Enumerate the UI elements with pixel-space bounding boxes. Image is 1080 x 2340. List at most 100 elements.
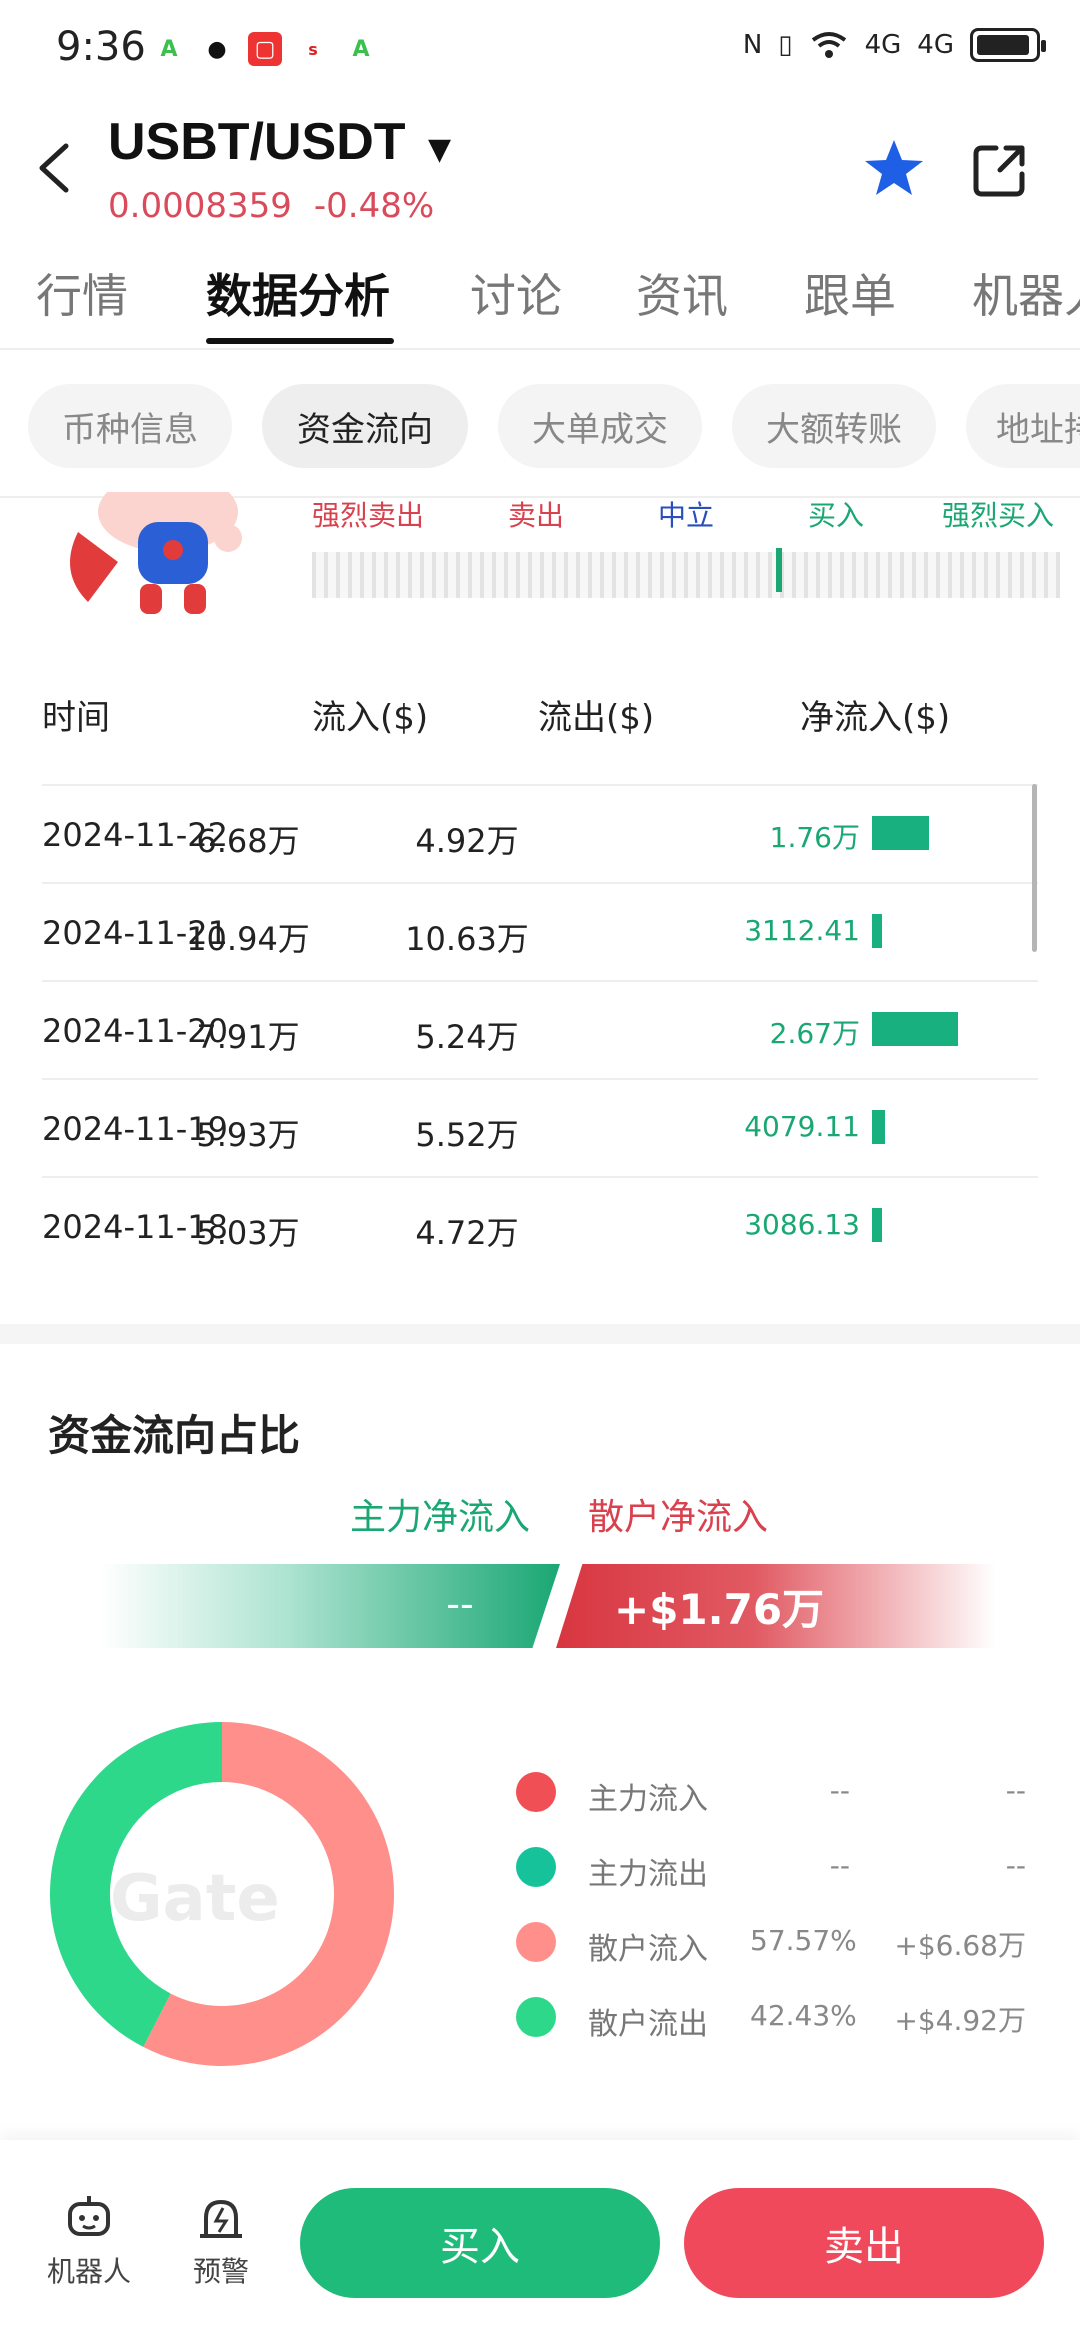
row-inflow: 10.94万	[186, 920, 310, 958]
tab-robot[interactable]: 机器人	[972, 260, 1080, 326]
signal-4g-icon: 4G	[864, 30, 902, 60]
tab-discussion[interactable]: 讨论	[470, 260, 562, 326]
legend-name: 散户流入	[588, 1932, 708, 1967]
legend-dot	[516, 1847, 556, 1887]
scrollbar[interactable]	[1032, 784, 1037, 952]
table-row: 2024-11-21 10.94万 10.63万 3112.41	[42, 882, 1038, 980]
row-inflow: 7.91万	[196, 1018, 300, 1056]
net-inflow-bar	[872, 1110, 885, 1144]
row-inflow: 6.68万	[196, 822, 300, 860]
chip-large-transfers[interactable]: 大额转账	[732, 384, 936, 468]
share-icon[interactable]	[970, 140, 1030, 200]
active-tab-indicator	[206, 338, 394, 344]
col-header-net: 净流入($)	[800, 698, 951, 738]
robot-label: 机器人	[46, 2255, 131, 2288]
row-net: 2.67万	[769, 1017, 860, 1050]
caret-down-icon[interactable]: ▼	[428, 132, 451, 167]
section-divider	[0, 1324, 1080, 1344]
net-inflow-bar	[872, 1012, 958, 1046]
buy-button[interactable]: 买入	[300, 2188, 660, 2298]
legend-name: 主力流出	[588, 1857, 708, 1892]
qq-icon: ●	[207, 36, 227, 62]
row-outflow: 4.72万	[415, 1214, 519, 1252]
chip-coin-info[interactable]: 币种信息	[28, 384, 232, 468]
app-notification-icon: A	[160, 36, 178, 62]
bottom-action-bar: 机器人 预警 买入 卖出	[0, 2140, 1080, 2340]
table-row: 2024-11-20 7.91万 5.24万 2.67万	[42, 980, 1038, 1078]
favorite-star-icon[interactable]	[862, 136, 926, 200]
net-inflow-bar	[872, 816, 929, 850]
legend-percent: --	[829, 1849, 850, 1882]
retail-net-inflow-value: +$1.76万	[614, 1585, 825, 1634]
pair-title[interactable]: USBT/USDT	[108, 112, 406, 172]
main-net-inflow-label: 主力净流入	[350, 1497, 531, 1538]
sentiment-neutral: 中立	[658, 499, 715, 532]
row-inflow: 5.93万	[196, 1116, 300, 1154]
signal-4g-icon-2: 4G	[917, 30, 954, 60]
legend-amount: +$4.92万	[894, 2004, 1026, 2037]
mascot-illustration	[58, 492, 278, 622]
status-time: 9:36	[56, 24, 146, 70]
row-outflow: 10.63万	[405, 920, 529, 958]
retail-net-inflow-label: 散户净流入	[588, 1497, 769, 1538]
sentiment-gauge	[312, 552, 1060, 598]
legend-name: 散户流出	[588, 2007, 708, 2042]
robot-icon	[68, 2196, 110, 2236]
tab-copy-trading[interactable]: 跟单	[804, 260, 896, 326]
legend-percent: 42.43%	[750, 1999, 857, 2032]
legend-amount: --	[1005, 1849, 1026, 1882]
battery-icon	[970, 28, 1046, 62]
chip-address-holdings[interactable]: 地址持仓	[966, 384, 1080, 468]
price-change: -0.48%	[313, 186, 435, 226]
alarm-icon	[200, 2199, 242, 2238]
status-bar: 9:36 A ● ▢ s A N ▯ 4G 4G	[0, 0, 1080, 100]
chip-large-trades[interactable]: 大单成交	[498, 384, 702, 468]
table-row: 2024-11-19 5.93万 5.52万 4079.11	[42, 1078, 1038, 1176]
row-inflow: 5.03万	[196, 1214, 300, 1252]
price-row: 0.0008359 -0.48%	[108, 186, 434, 226]
legend-dot	[516, 1922, 556, 1962]
sentiment-strong-sell: 强烈卖出	[312, 499, 425, 532]
tab-data-analysis[interactable]: 数据分析	[206, 260, 390, 326]
tab-news[interactable]: 资讯	[636, 260, 728, 326]
chip-fund-flow[interactable]: 资金流向	[262, 384, 468, 468]
tab-market[interactable]: 行情	[36, 260, 128, 326]
table-row: 2024-11-22 6.68万 4.92万 1.76万	[42, 784, 1038, 882]
row-net: 1.76万	[769, 821, 860, 854]
row-net: 3086.13	[744, 1208, 860, 1241]
sentiment-buy: 买入	[808, 499, 865, 532]
last-price: 0.0008359	[108, 186, 292, 226]
legend-amount: +$6.68万	[894, 1929, 1026, 1962]
vibrate-icon: ▯	[778, 30, 793, 60]
legend-dot	[516, 1997, 556, 2037]
legend-row: 主力流入 -- --	[516, 1768, 1026, 1818]
back-arrow-icon[interactable]	[30, 138, 80, 198]
sentiment-sell: 卖出	[508, 499, 565, 532]
system-icons: N ▯ 4G 4G	[742, 28, 1046, 62]
col-header-time: 时间	[42, 698, 110, 738]
legend-row: 散户流出 42.43% +$4.92万	[516, 1993, 1026, 2043]
legend-amount: --	[1005, 1774, 1026, 1807]
col-header-outflow: 流出($)	[538, 698, 655, 738]
legend-row: 主力流出 -- --	[516, 1843, 1026, 1893]
sentiment-indicator	[776, 548, 782, 592]
main-tabs: 行情 数据分析 讨论 资讯 跟单 机器人	[0, 250, 1080, 350]
col-header-inflow: 流入($)	[312, 698, 429, 738]
row-outflow: 5.24万	[415, 1018, 519, 1056]
legend-dot	[516, 1772, 556, 1812]
alert-button[interactable]: 预警	[166, 2194, 276, 2290]
row-outflow: 5.52万	[415, 1116, 519, 1154]
nfc-icon: N	[742, 30, 763, 60]
legend-percent: --	[829, 1774, 850, 1807]
row-net: 4079.11	[744, 1110, 860, 1143]
notification-icons: A ● ▢ s A	[152, 32, 378, 66]
app-notification-icon-2: A	[352, 36, 370, 62]
wifi-icon	[811, 32, 846, 58]
gate-watermark: Gate	[110, 1862, 280, 1936]
table-row: 2024-11-18 5.03万 4.72万 3086.13	[42, 1176, 1038, 1274]
alert-label: 预警	[192, 2255, 249, 2288]
robot-button[interactable]: 机器人	[34, 2194, 144, 2290]
row-outflow: 4.92万	[415, 822, 519, 860]
net-inflow-bar	[872, 1208, 882, 1242]
sell-button[interactable]: 卖出	[684, 2188, 1044, 2298]
